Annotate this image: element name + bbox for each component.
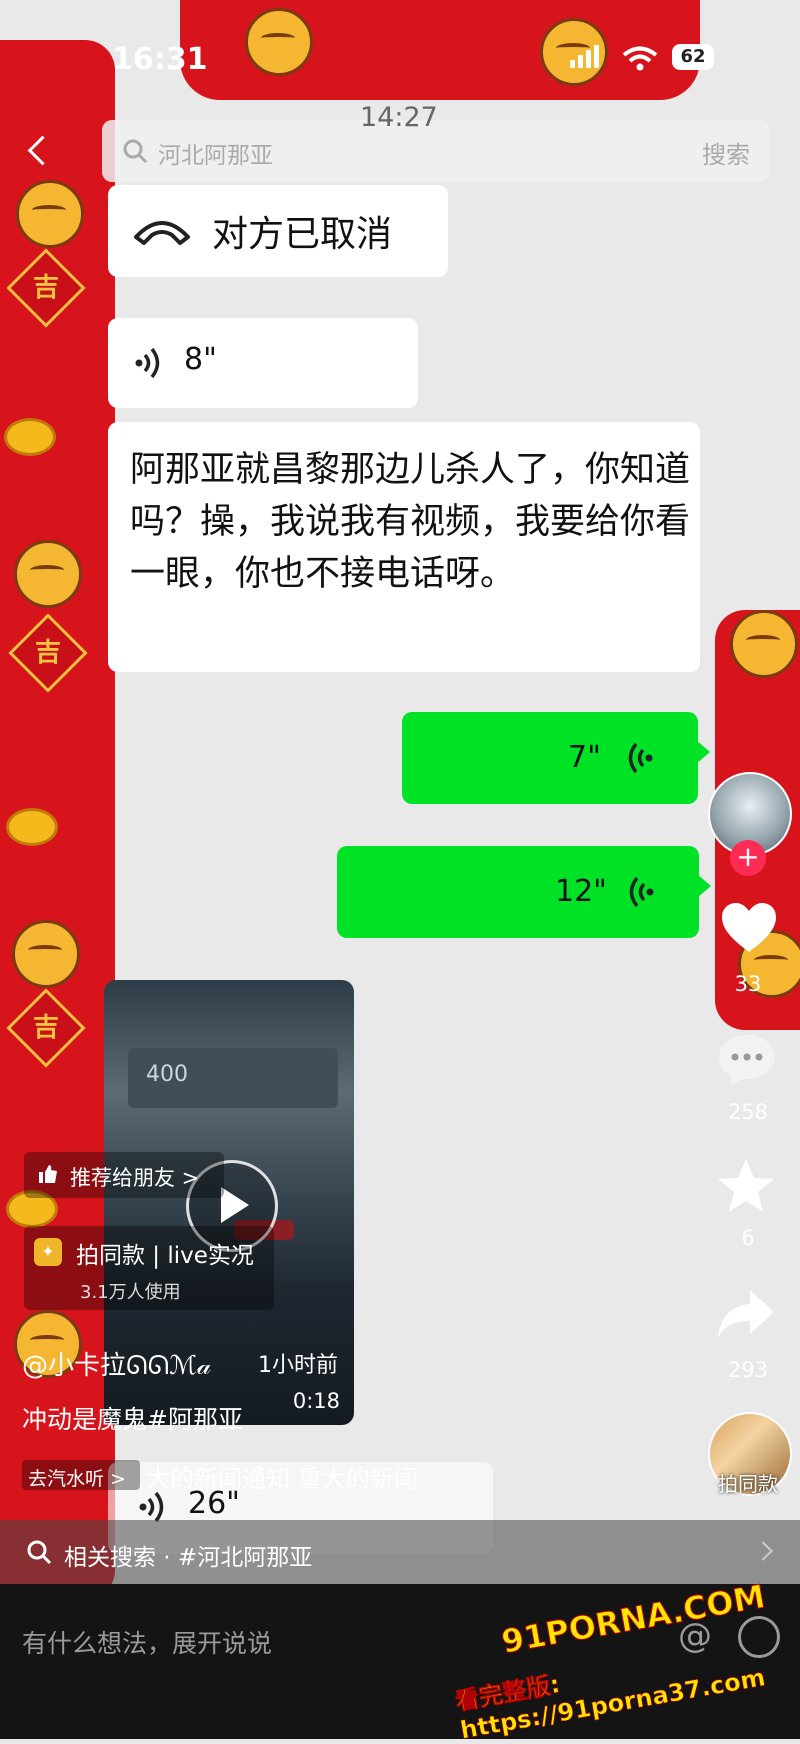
tiger-decoration-icon: [16, 180, 84, 248]
voice-duration: 7": [568, 740, 601, 775]
voice-message-outgoing[interactable]: 7": [402, 712, 710, 804]
message-text: 阿那亚就昌黎那边儿杀人了，你知道吗？操，我说我有视频，我要给你看一眼，你也不接电…: [130, 450, 691, 594]
qishui-music-button[interactable]: 去汽水听 >: [22, 1460, 140, 1490]
voice-message-outgoing[interactable]: 12": [337, 846, 711, 938]
same-style-label[interactable]: 拍同款: [708, 1468, 788, 1497]
chevron-right-icon: [753, 1541, 773, 1561]
related-search-text: 相关搜索 · #河北阿那亚: [64, 1545, 313, 1571]
news-ticker[interactable]: 大的新闻通知 重大的新闻: [146, 1459, 466, 1494]
comment-icon[interactable]: [716, 1032, 778, 1088]
chat-timestamp: 14:27: [360, 102, 438, 133]
video-sign: 400: [128, 1048, 338, 1108]
phone-hangup-icon: [134, 221, 190, 245]
share-arrow-icon[interactable]: [716, 1286, 776, 1342]
tiger-decoration-icon: [730, 610, 798, 678]
author-name[interactable]: @小卡拉ᘏᘏℳ𝒶: [22, 1345, 211, 1382]
video-caption[interactable]: 冲动是魔鬼#阿那亚: [22, 1400, 243, 1436]
post-time: 1小时前: [258, 1353, 338, 1378]
search-icon: [123, 139, 148, 164]
recommend-label: 推荐给朋友 >: [70, 1166, 200, 1190]
status-icons: 62: [560, 44, 714, 74]
video-duration: 0:18: [292, 1389, 340, 1413]
like-count: 33: [734, 972, 762, 996]
comment-input[interactable]: 有什么想法，展开说说: [22, 1624, 272, 1660]
voice-wave-icon: [135, 347, 160, 379]
battery-indicator: 62: [672, 44, 714, 70]
voice-wave-icon: [139, 1491, 164, 1523]
voice-message-incoming[interactable]: 8": [108, 318, 418, 408]
star-icon[interactable]: [716, 1156, 776, 1216]
voice-duration: 8": [184, 342, 217, 377]
text-message-incoming: 阿那亚就昌黎那边儿杀人了，你知道吗？操，我说我有视频，我要给你看一眼，你也不接电…: [108, 422, 700, 672]
tiger-decoration-icon: [14, 540, 82, 608]
wifi-icon: [622, 46, 658, 71]
qishui-label: 去汽水听 >: [28, 1468, 126, 1490]
same-style-users: 3.1万人使用: [80, 1282, 181, 1303]
voice-duration: 12": [555, 874, 607, 909]
voice-wave-icon: [628, 742, 653, 774]
comment-count: 258: [727, 1100, 769, 1124]
tiger-decoration-icon: [12, 920, 80, 988]
coin-decoration-icon: [4, 418, 56, 456]
tiger-decoration-icon: [245, 8, 313, 76]
favorite-count: 6: [741, 1226, 755, 1250]
thumbs-up-icon: [39, 1165, 57, 1183]
recommend-to-friends-button[interactable]: 推荐给朋友 >: [24, 1152, 224, 1198]
search-icon: [27, 1540, 52, 1565]
search-input[interactable]: 河北阿那亚: [158, 136, 273, 170]
sparkle-icon: ✦: [34, 1238, 62, 1266]
coin-decoration-icon: [6, 808, 58, 846]
signal-icon: [570, 44, 604, 72]
heart-icon[interactable]: [720, 900, 778, 958]
voice-wave-icon: [629, 876, 654, 908]
status-time: 16:31: [112, 42, 208, 77]
related-search-bar[interactable]: 相关搜索 · #河北阿那亚: [0, 1520, 800, 1584]
share-count: 293: [727, 1358, 769, 1382]
same-style-title: 拍同款 | live实况: [76, 1243, 254, 1269]
message-text: 对方已取消: [212, 214, 393, 255]
search-button[interactable]: 搜索: [702, 135, 750, 170]
call-cancelled-message: 对方已取消: [108, 185, 448, 277]
follow-plus-icon[interactable]: +: [730, 840, 766, 876]
same-style-widget[interactable]: ✦ 拍同款 | live实况 3.1万人使用: [24, 1226, 274, 1310]
